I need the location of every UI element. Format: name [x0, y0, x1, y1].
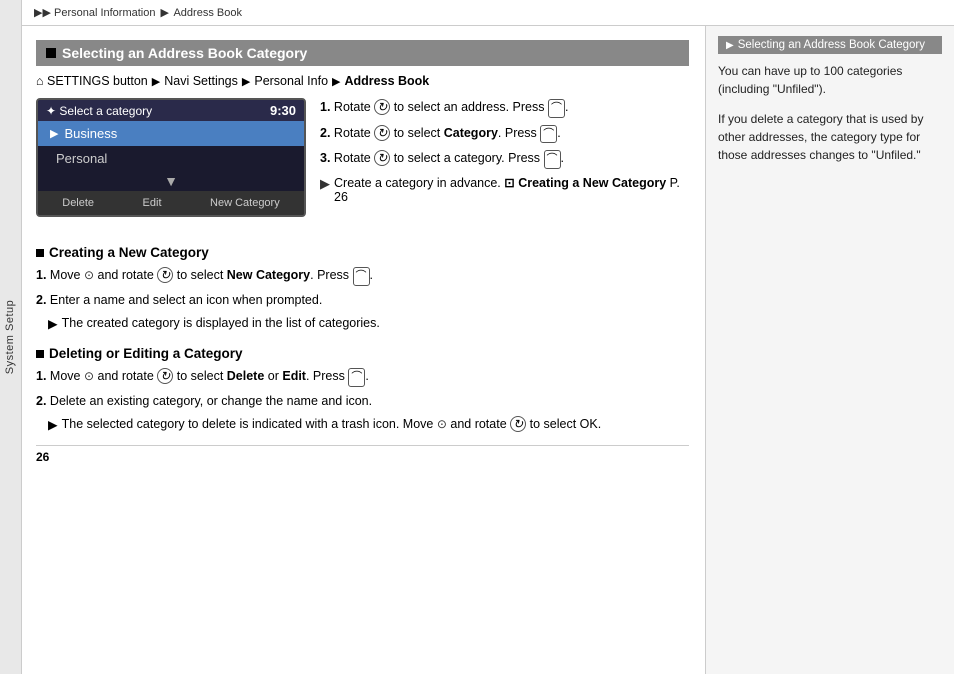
- creating-section-header: Creating a New Category: [36, 245, 689, 260]
- deleting-step-2: 2. Delete an existing category, or chang…: [36, 392, 689, 411]
- left-column: Selecting an Address Book Category ⌂ SET…: [22, 26, 706, 674]
- deleting-step-1-num: 1.: [36, 369, 46, 383]
- screen-bottom-nav: Delete Edit New Category: [38, 191, 304, 215]
- screen-delete-btn: Delete: [54, 195, 102, 211]
- right-note-2: If you delete a category that is used by…: [718, 110, 942, 164]
- steps-list: 1. Rotate ↻ to select an address. Press …: [320, 98, 689, 231]
- page-number: 26: [36, 445, 689, 464]
- edit-bold: Edit: [282, 369, 306, 383]
- rotate-icon-d2: ↻: [510, 416, 526, 432]
- nav-navi-settings: Navi Settings: [164, 74, 238, 88]
- right-header: ▶ Selecting an Address Book Category: [718, 36, 942, 54]
- step-1: 1. Rotate ↻ to select an address. Press …: [320, 98, 689, 118]
- main-content: ▶▶ Personal Information ▶ Address Book S…: [22, 0, 954, 674]
- step-3-num: 3.: [320, 151, 330, 165]
- screen-item-business: ▶ Business: [38, 121, 304, 146]
- deleting-note-text: The selected category to delete is indic…: [62, 415, 602, 434]
- screen-new-category-btn: New Category: [202, 195, 288, 211]
- scroll-indicator: ▼: [38, 171, 304, 191]
- screen-mockup: ✦ Select a category 9:30 ▶ Business Pers…: [36, 98, 306, 217]
- breadcrumb: ▶▶ Personal Information ▶ Address Book: [22, 0, 954, 26]
- creating-note: ▶ The created category is displayed in t…: [48, 314, 689, 334]
- delete-bold: Delete: [227, 369, 265, 383]
- right-header-arrow: ▶: [726, 40, 734, 51]
- press-icon-3: ⌒: [544, 150, 561, 169]
- nav-path: ⌂ SETTINGS button ▶ Navi Settings ▶ Pers…: [36, 74, 689, 88]
- nav-arrow1: ▶: [152, 75, 160, 88]
- deleting-header-icon: [36, 350, 44, 358]
- scroll-arrow-icon: ▼: [164, 173, 178, 189]
- deleting-section: Deleting or Editing a Category 1. Move ⊙…: [36, 346, 689, 435]
- move-icon-1: ⊙: [84, 266, 94, 284]
- screen-content: ▶ Business Personal ▼: [38, 121, 304, 191]
- creating-step-2-num: 2.: [36, 293, 46, 307]
- personal-label: Personal: [56, 151, 107, 166]
- rotate-icon-1: ↻: [374, 99, 390, 115]
- business-icon: ▶: [50, 127, 58, 140]
- screen-time: 9:30: [270, 103, 296, 118]
- creating-link: ⊡ Creating a New Category: [504, 176, 666, 190]
- step-3: 3. Rotate ↻ to select a category. Press …: [320, 149, 689, 169]
- business-label: Business: [64, 126, 117, 141]
- deleting-step-2-num: 2.: [36, 394, 46, 408]
- step-1-num: 1.: [320, 100, 330, 114]
- sidebar: System Setup: [0, 0, 22, 674]
- step-note-arrow: ▶: [320, 176, 330, 192]
- rotate-icon-3: ↻: [374, 150, 390, 166]
- breadcrumb-arrow1: ▶: [161, 7, 169, 19]
- deleting-header-title: Deleting or Editing a Category: [49, 346, 243, 361]
- creating-note-text: The created category is displayed in the…: [62, 314, 380, 333]
- screen-list: ▶ Business Personal ▼: [38, 121, 304, 191]
- rotate-icon-2: ↻: [374, 125, 390, 141]
- new-category-bold: New Category: [227, 268, 310, 282]
- press-icon-c1: ⌒: [353, 267, 370, 286]
- section-header: Selecting an Address Book Category: [36, 40, 689, 66]
- nav-personal-info: Personal Info: [254, 74, 328, 88]
- right-note-1: You can have up to 100 categories (inclu…: [718, 62, 942, 98]
- breadcrumb-personal: Personal Information: [54, 7, 156, 19]
- move-icon-3: ⊙: [437, 415, 447, 433]
- nav-arrow2: ▶: [242, 75, 250, 88]
- press-icon-2: ⌒: [540, 125, 557, 144]
- step-note: ▶ Create a category in advance. ⊡ Creati…: [320, 175, 689, 204]
- nav-settings: ⌂ SETTINGS button: [36, 74, 148, 88]
- creating-step-1-num: 1.: [36, 268, 46, 282]
- deleting-note-arrow: ▶: [48, 416, 58, 435]
- screen-top-bar: ✦ Select a category 9:30: [38, 100, 304, 121]
- sidebar-label: System Setup: [5, 300, 17, 374]
- screen-item-personal: Personal: [38, 146, 304, 171]
- section-header-icon: [46, 48, 56, 58]
- step-note-text: Create a category in advance. ⊡ Creating…: [334, 175, 689, 204]
- nav-arrow3: ▶: [332, 75, 340, 88]
- deleting-section-header: Deleting or Editing a Category: [36, 346, 689, 361]
- creating-section: Creating a New Category 1. Move ⊙ and ro…: [36, 245, 689, 334]
- nav-address-book: Address Book: [345, 74, 430, 88]
- creating-step-2: 2. Enter a name and select an icon when …: [36, 291, 689, 310]
- press-icon-1: ⌒: [548, 99, 565, 118]
- step-2: 2. Rotate ↻ to select Category. Press ⌒.: [320, 124, 689, 144]
- deleting-step-1: 1. Move ⊙ and rotate ↻ to select Delete …: [36, 367, 689, 387]
- ok-bold: OK: [580, 417, 598, 431]
- right-header-title: Selecting an Address Book Category: [738, 39, 925, 51]
- step-2-num: 2.: [320, 126, 330, 140]
- deleting-note: ▶ The selected category to delete is ind…: [48, 415, 689, 435]
- section-header-title: Selecting an Address Book Category: [62, 45, 307, 61]
- press-icon-d1: ⌒: [348, 368, 365, 387]
- screen-title: ✦ Select a category: [46, 104, 152, 118]
- rotate-icon-d1: ↻: [157, 368, 173, 384]
- creating-header-title: Creating a New Category: [49, 245, 209, 260]
- right-column: ▶ Selecting an Address Book Category You…: [706, 26, 954, 674]
- breadcrumb-address: Address Book: [173, 7, 241, 19]
- creating-header-icon: [36, 249, 44, 257]
- steps-area: ✦ Select a category 9:30 ▶ Business Pers…: [36, 98, 689, 231]
- rotate-icon-c1: ↻: [157, 267, 173, 283]
- screen-edit-btn: Edit: [135, 195, 170, 211]
- creating-note-arrow: ▶: [48, 315, 58, 334]
- content-area: Selecting an Address Book Category ⌂ SET…: [22, 26, 954, 674]
- move-icon-2: ⊙: [84, 367, 94, 385]
- creating-step-1: 1. Move ⊙ and rotate ↻ to select New Cat…: [36, 266, 689, 286]
- breadcrumb-arrows: ▶▶: [34, 7, 51, 19]
- category-bold: Category: [444, 126, 498, 140]
